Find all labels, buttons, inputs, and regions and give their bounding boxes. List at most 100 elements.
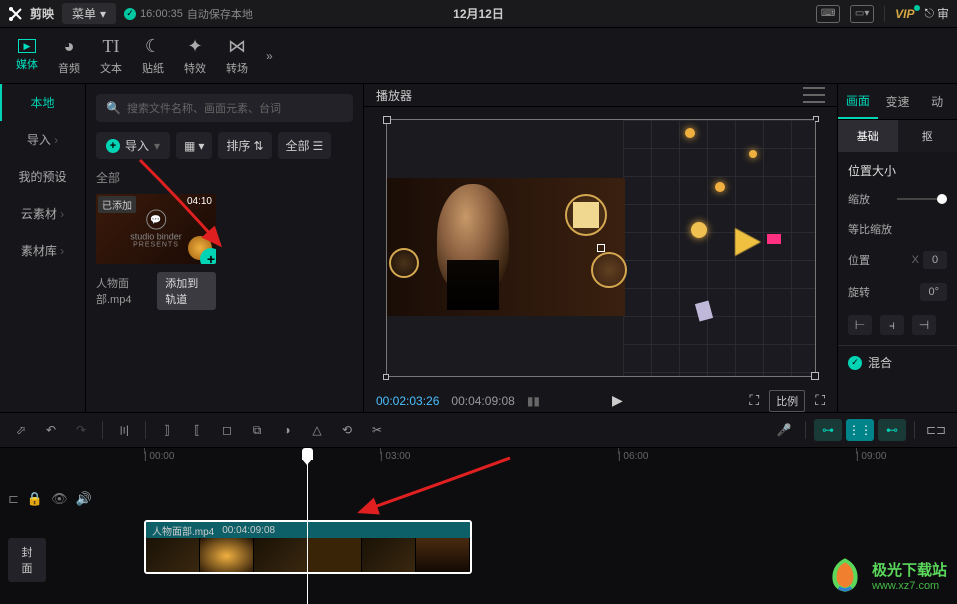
- chevron-right-icon: ›: [60, 244, 64, 258]
- tab-sticker[interactable]: ☾ 贴纸: [132, 32, 174, 80]
- sort-button[interactable]: 排序 ⇅: [218, 132, 271, 159]
- tab-audio[interactable]: ◕ 音频: [48, 32, 90, 80]
- prop-subtab-cutout[interactable]: 抠: [898, 120, 957, 152]
- eye-icon[interactable]: 👁: [51, 491, 68, 507]
- sidebar-item-cloud[interactable]: 云素材 ›: [0, 195, 85, 232]
- scale-label: 缩放: [848, 191, 870, 207]
- media-thumbnail[interactable]: 已添加 04:10 💬 studio binder PRESENTS +: [96, 194, 216, 264]
- chevron-right-icon: ›: [60, 207, 64, 221]
- position-label: 位置: [848, 252, 870, 268]
- sticker-icon: ☾: [145, 36, 161, 57]
- crop-button[interactable]: ◻: [214, 418, 240, 442]
- category-label: 全部: [96, 169, 353, 186]
- play-button[interactable]: ▶: [612, 392, 623, 409]
- link-button[interactable]: ⋮⋮: [846, 419, 874, 441]
- search-input[interactable]: 🔍 搜索文件名称、画面元素、台词: [96, 94, 353, 122]
- sidebar-item-library[interactable]: 素材库 ›: [0, 232, 85, 269]
- transition-icon: ⋈: [228, 36, 246, 57]
- position-x-value[interactable]: 0: [923, 251, 947, 269]
- export-icon: ⎋: [924, 6, 934, 21]
- blend-section[interactable]: ✓ 混合: [838, 346, 957, 379]
- playhead[interactable]: [307, 448, 308, 604]
- align-right-button[interactable]: ⊣: [912, 315, 936, 335]
- ratio-button[interactable]: 比例: [769, 390, 805, 412]
- grid-icon: ▦: [184, 139, 195, 153]
- preview-cut-button[interactable]: ⊏⊐: [923, 418, 949, 442]
- media-item[interactable]: 已添加 04:10 💬 studio binder PRESENTS + 人物面…: [96, 194, 216, 310]
- section-position-size: 位置大小: [848, 162, 947, 179]
- watermark: 极光下载站 www.xz7.com: [824, 554, 947, 596]
- volume-icon[interactable]: 🔊: [76, 491, 92, 507]
- focus-icon[interactable]: ⛶: [749, 392, 759, 409]
- media-icon: ▶: [18, 39, 36, 53]
- sidebar-item-presets[interactable]: 我的预设: [0, 158, 85, 195]
- undo-button[interactable]: ↶: [38, 418, 64, 442]
- view-grid-button[interactable]: ▦▾: [176, 132, 212, 159]
- time-current: 00:02:03:26: [376, 394, 439, 408]
- add-to-track-button[interactable]: +: [200, 248, 216, 264]
- expand-tabs-button[interactable]: »: [262, 45, 277, 67]
- redo-button[interactable]: ↷: [68, 418, 94, 442]
- menu-dropdown[interactable]: 菜单 ▾: [62, 3, 116, 24]
- trim-right-button[interactable]: ⟦: [184, 418, 210, 442]
- prop-tab-picture[interactable]: 画面: [838, 84, 878, 119]
- rotate-button[interactable]: ⟲: [334, 418, 360, 442]
- collapse-icon[interactable]: ⊏: [8, 491, 19, 507]
- search-icon: 🔍: [106, 101, 121, 115]
- prop-subtab-basic[interactable]: 基础: [838, 120, 898, 152]
- text-icon: TI: [103, 36, 120, 57]
- trim-left-button[interactable]: ⟧: [154, 418, 180, 442]
- pointer-tool[interactable]: ⬀: [8, 418, 34, 442]
- snap-button[interactable]: ⊷: [878, 419, 906, 441]
- duration-label: 04:10: [187, 196, 212, 207]
- preview-menu-icon[interactable]: [803, 87, 825, 103]
- plus-icon: +: [106, 139, 120, 153]
- keyboard-icon[interactable]: ⌨: [816, 5, 840, 23]
- scissors-icon: [8, 6, 24, 22]
- chevron-right-icon: ›: [54, 133, 58, 147]
- tab-transition[interactable]: ⋈ 转场: [216, 32, 258, 80]
- prop-tab-anim[interactable]: 动: [917, 84, 957, 119]
- vip-badge[interactable]: VIP: [895, 7, 914, 21]
- copy-button[interactable]: ⧉: [244, 418, 270, 442]
- sidebar-item-local[interactable]: 本地: [0, 84, 85, 121]
- align-left-button[interactable]: ⊢: [848, 315, 872, 335]
- sidebar-item-import[interactable]: 导入 ›: [0, 121, 85, 158]
- layout-icon[interactable]: ▭▾: [850, 5, 874, 23]
- preview-panel: 播放器 00:02:03:26 0: [364, 84, 837, 412]
- reverse-button[interactable]: ◑: [274, 418, 300, 442]
- tab-effects[interactable]: ✦ 特效: [174, 32, 216, 80]
- tab-text[interactable]: TI 文本: [90, 32, 132, 80]
- timeline-view-icon[interactable]: ▮▮: [527, 394, 540, 408]
- align-center-button[interactable]: ⫞: [880, 315, 904, 335]
- mirror-button[interactable]: △: [304, 418, 330, 442]
- preview-controls: 00:02:03:26 00:04:09:08 ▮▮ ▶ ⛶ 比例 ⛶: [364, 389, 837, 412]
- autosave-status: ✓ 16:00:35 自动保存本地: [124, 6, 253, 22]
- chevron-down-icon: ▾: [154, 139, 160, 153]
- split-button[interactable]: 〣: [111, 418, 137, 442]
- timeline-ruler[interactable]: | 00:00 | 03:00 | 06:00 | 09:00: [100, 448, 957, 470]
- import-button[interactable]: + 导入 ▾: [96, 132, 170, 159]
- media-panel: 🔍 搜索文件名称、画面元素、台词 + 导入 ▾ ▦▾ 排序 ⇅ 全部 ☰ 全部 …: [86, 84, 364, 412]
- thumb-content: 💬 studio binder PRESENTS: [130, 210, 182, 249]
- mic-button[interactable]: 🎤: [771, 418, 797, 442]
- fullscreen-icon[interactable]: ⛶: [815, 392, 825, 409]
- filter-all-button[interactable]: 全部 ☰: [278, 132, 332, 159]
- lock-icon[interactable]: 🔒: [27, 491, 43, 507]
- crop-tool-button[interactable]: ✂: [364, 418, 390, 442]
- prop-tab-speed[interactable]: 变速: [878, 84, 918, 119]
- preview-canvas[interactable]: [386, 119, 816, 377]
- scale-slider[interactable]: [897, 198, 947, 200]
- project-title[interactable]: 12月12日: [453, 5, 504, 22]
- review-button[interactable]: ⎋ 审: [924, 5, 949, 22]
- cover-button[interactable]: 封面: [8, 538, 46, 582]
- rotation-value[interactable]: 0°: [920, 283, 947, 301]
- media-filename: 人物面部.mp4: [96, 275, 149, 307]
- magnet-button[interactable]: ⊶: [814, 419, 842, 441]
- timeline-clip[interactable]: 人物面部.mp4 00:04:09:08: [144, 520, 472, 574]
- clip-duration: 00:04:09:08: [222, 525, 275, 536]
- sort-icon: ⇅: [253, 139, 263, 153]
- tab-media[interactable]: ▶ 媒体: [6, 35, 48, 76]
- titlebar: 剪映 菜单 ▾ ✓ 16:00:35 自动保存本地 12月12日 ⌨ ▭▾ VI…: [0, 0, 957, 28]
- check-icon: ✓: [848, 356, 862, 370]
